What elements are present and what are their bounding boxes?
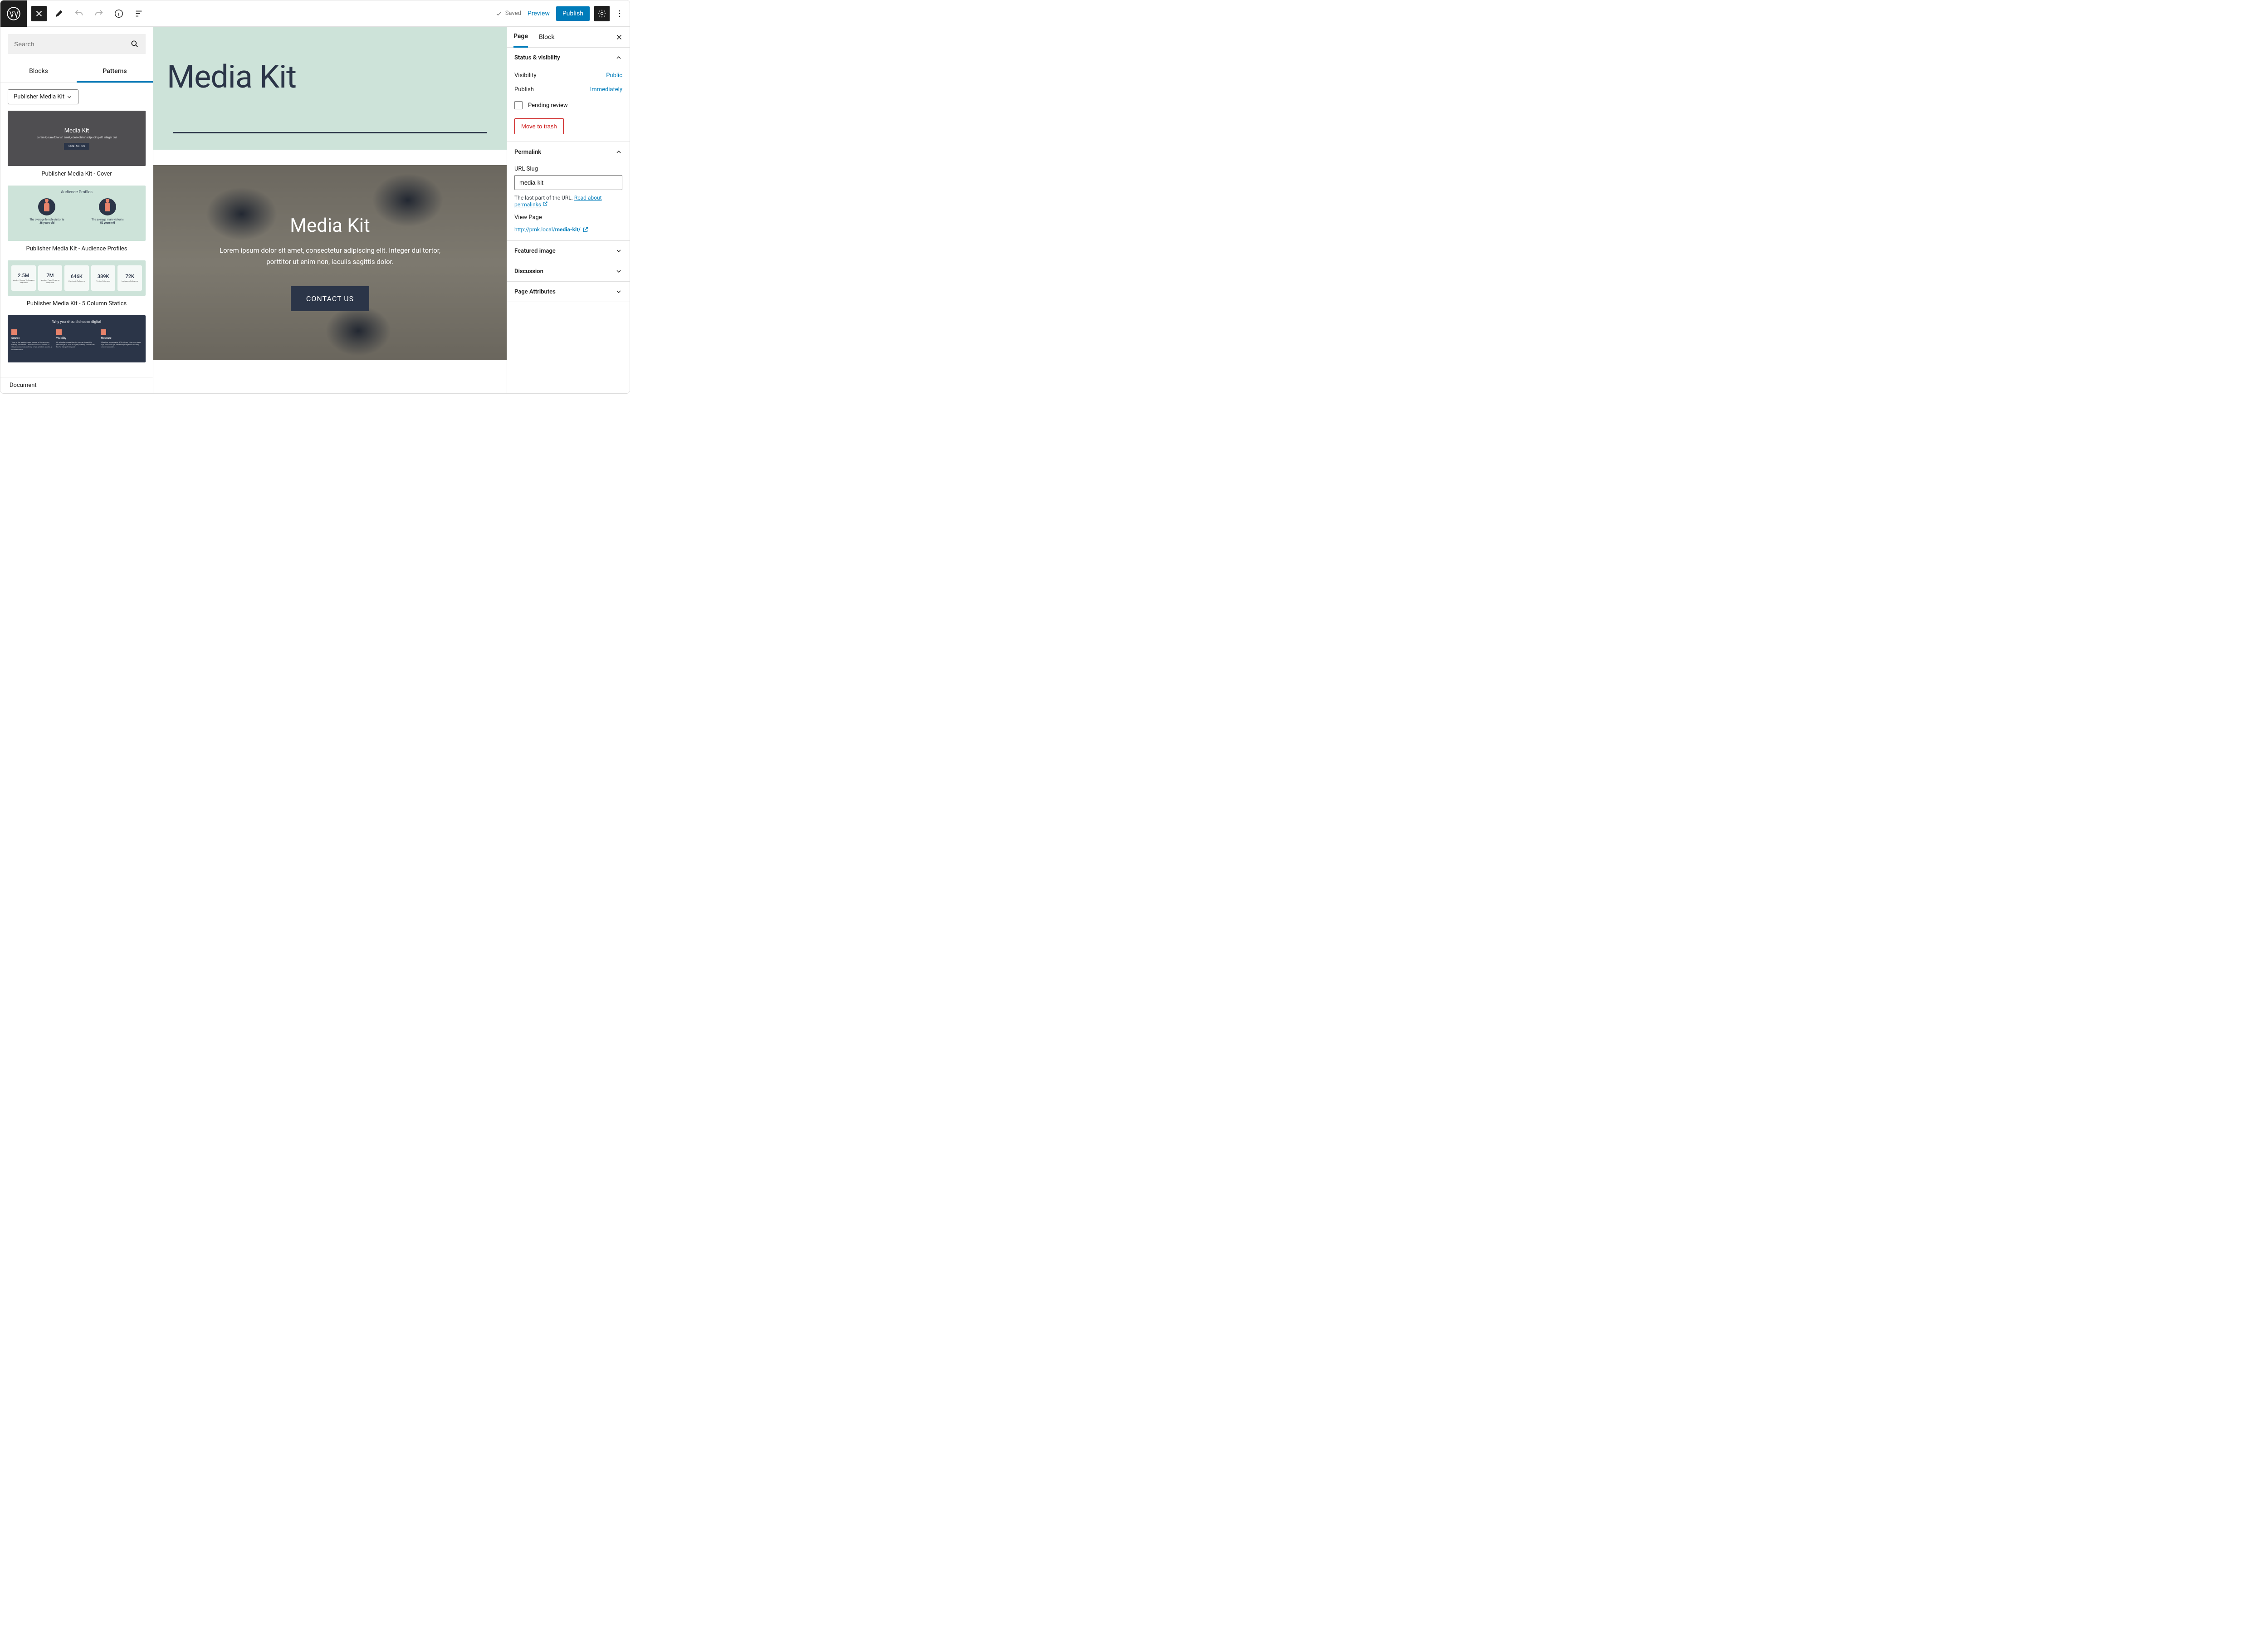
pattern-item[interactable]: Media Kit Lorem ipsum dolor sit amet, co… [8, 111, 146, 177]
preview-button[interactable]: Preview [528, 10, 550, 17]
check-icon [495, 10, 503, 17]
undo-icon [74, 9, 84, 19]
pattern-item[interactable]: Audience Profiles The average female vis… [8, 186, 146, 252]
tab-patterns[interactable]: Patterns [77, 61, 153, 83]
search-icon [130, 39, 139, 49]
pattern-thumbnail: Audience Profiles The average female vis… [8, 186, 146, 241]
pattern-item[interactable]: 2.5MMonthly Unique Visitors on 10up.com … [8, 260, 146, 307]
pending-review-label: Pending review [528, 102, 568, 109]
editor-toolbar: Saved Preview Publish [0, 0, 630, 27]
section-toggle-featured[interactable]: Featured image [507, 241, 630, 261]
chevron-up-icon [615, 54, 622, 61]
list-view-icon [134, 9, 144, 19]
measure-icon [101, 329, 106, 335]
breadcrumb[interactable]: Document [0, 377, 153, 393]
editor-canvas[interactable]: Media Kit Media Kit Lorem ipsum dolor si… [153, 27, 507, 393]
cover-title[interactable]: Media Kit [194, 215, 466, 237]
pattern-thumbnail: Why you should choose digital Source10up… [8, 315, 146, 362]
patterns-list: Media Kit Lorem ipsum dolor sit amet, co… [0, 111, 153, 377]
section-toggle-attributes[interactable]: Page Attributes [507, 282, 630, 302]
tab-page[interactable]: Page [513, 26, 528, 48]
visibility-label: Visibility [514, 72, 537, 79]
page-title[interactable]: Media Kit [167, 59, 493, 96]
publish-value[interactable]: Immediately [590, 86, 622, 93]
pattern-thumbnail: Media Kit Lorem ipsum dolor sit amet, co… [8, 111, 146, 166]
pencil-icon [54, 9, 64, 19]
chevron-down-icon [615, 247, 622, 254]
section-permalink: Permalink URL Slug The last part of the … [507, 142, 630, 241]
settings-sidebar: Page Block Status & visibility Visibilit… [507, 27, 630, 393]
header-block[interactable]: Media Kit [153, 27, 507, 150]
chevron-up-icon [615, 148, 622, 156]
pattern-caption: Publisher Media Kit - Cover [8, 171, 146, 177]
section-toggle-permalink[interactable]: Permalink [507, 142, 630, 162]
contact-us-button[interactable]: CONTACT US [291, 286, 369, 311]
section-toggle-discussion[interactable]: Discussion [507, 261, 630, 281]
edit-tool-button[interactable] [51, 6, 67, 21]
section-page-attributes: Page Attributes [507, 282, 630, 302]
search-box[interactable] [8, 34, 146, 54]
undo-button[interactable] [71, 6, 87, 21]
url-slug-label: URL Slug [514, 166, 622, 172]
pattern-category-select[interactable]: Publisher Media Kit [8, 89, 78, 104]
external-link-icon [582, 226, 589, 233]
details-button[interactable] [111, 6, 127, 21]
separator-block[interactable] [173, 132, 487, 133]
publish-button[interactable]: Publish [556, 6, 590, 21]
url-slug-input[interactable] [514, 175, 622, 190]
person-male-icon [99, 198, 116, 215]
redo-icon [94, 9, 104, 19]
chevron-down-icon [615, 268, 622, 275]
visibility-value[interactable]: Public [606, 72, 622, 79]
pattern-thumbnail: 2.5MMonthly Unique Visitors on 10up.com … [8, 260, 146, 296]
pattern-item[interactable]: Why you should choose digital Source10up… [8, 315, 146, 362]
external-link-icon [543, 201, 548, 206]
section-discussion: Discussion [507, 261, 630, 282]
options-button[interactable] [613, 6, 626, 21]
pattern-caption: Publisher Media Kit - 5 Column Statics [8, 300, 146, 307]
chevron-down-icon [66, 94, 73, 100]
chevron-down-icon [615, 288, 622, 295]
toggle-inserter-button[interactable] [31, 6, 47, 21]
section-toggle-status[interactable]: Status & visibility [507, 48, 630, 68]
close-icon [34, 9, 44, 19]
sidebar-tabs: Page Block [507, 27, 630, 48]
wordpress-icon [7, 7, 20, 20]
section-status: Status & visibility Visibility Public Pu… [507, 48, 630, 142]
cover-block[interactable]: Media Kit Lorem ipsum dolor sit amet, co… [153, 165, 507, 360]
cover-description[interactable]: Lorem ipsum dolor sit amet, consectetur … [194, 245, 466, 268]
section-featured-image: Featured image [507, 241, 630, 261]
close-icon [615, 33, 623, 41]
inserter-tabs: Blocks Patterns [0, 61, 153, 83]
close-sidebar-button[interactable] [615, 33, 623, 41]
permalink-help: The last part of the URL. Read about per… [514, 195, 622, 208]
tab-blocks[interactable]: Blocks [0, 61, 77, 83]
pending-review-checkbox[interactable] [514, 101, 523, 109]
list-view-button[interactable] [131, 6, 147, 21]
save-status: Saved [495, 10, 521, 17]
more-vertical-icon [615, 9, 624, 18]
permalink-url[interactable]: http://pmk.local/media-kit/ [514, 226, 589, 233]
tab-block[interactable]: Block [539, 27, 555, 47]
inserter-panel: Blocks Patterns Publisher Media Kit Medi… [0, 27, 153, 393]
view-page-label: View Page [514, 214, 622, 221]
search-input[interactable] [14, 40, 130, 48]
visibility-icon [56, 329, 62, 335]
wp-logo[interactable] [0, 0, 27, 27]
person-female-icon [38, 198, 55, 215]
move-to-trash-button[interactable]: Move to trash [514, 118, 564, 134]
source-icon [11, 329, 17, 335]
settings-button[interactable] [594, 6, 610, 21]
info-icon [114, 9, 124, 19]
redo-button[interactable] [91, 6, 107, 21]
gear-icon [597, 9, 606, 18]
publish-label: Publish [514, 86, 534, 93]
pattern-caption: Publisher Media Kit - Audience Profiles [8, 245, 146, 252]
